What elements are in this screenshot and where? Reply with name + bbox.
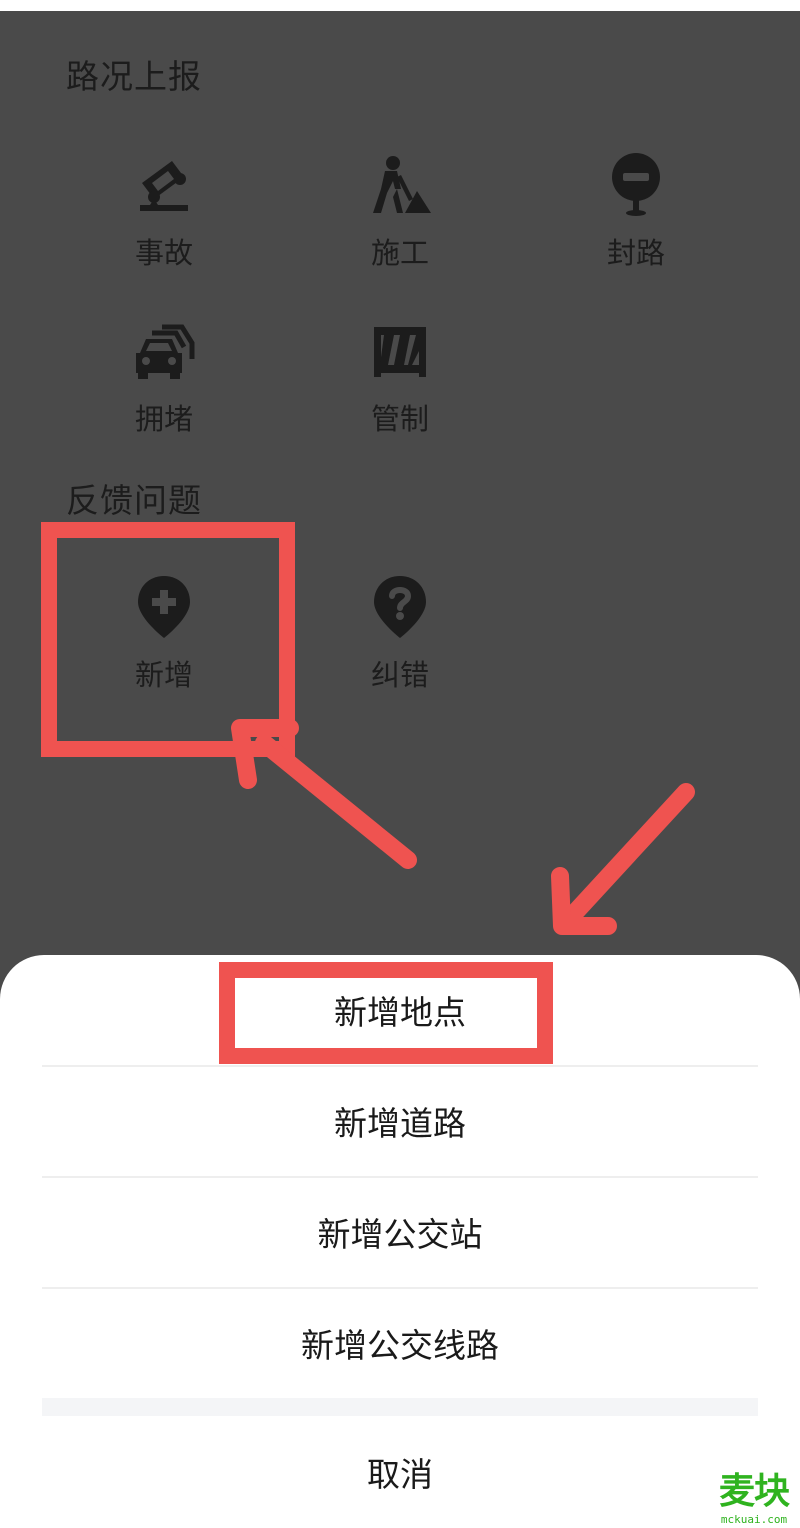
- report-item-label: 施工: [370, 236, 429, 270]
- report-item-label: 事故: [134, 236, 193, 270]
- report-item-accident[interactable]: 事故: [64, 150, 264, 290]
- cancel-separator: [42, 1398, 758, 1416]
- feedback-title: 反馈问题: [66, 481, 202, 520]
- barrier-icon: [365, 316, 435, 386]
- status-divider: [0, 0, 800, 11]
- road-closed-icon: [601, 150, 671, 220]
- option-add-road[interactable]: 新增道路: [0, 1066, 800, 1176]
- report-item-traffic-control[interactable]: 管制: [300, 316, 500, 456]
- road-report-title: 路况上报: [66, 57, 202, 96]
- highlight-box-add-place: [219, 962, 553, 1064]
- cancel-button[interactable]: 取消: [0, 1416, 800, 1528]
- report-item-label: 管制: [370, 402, 429, 436]
- report-item-label: 拥堵: [134, 402, 193, 436]
- watermark-logo: 麦块: [718, 1471, 790, 1512]
- feedback-item-correct[interactable]: 纠错: [300, 572, 500, 712]
- report-item-traffic-jam[interactable]: 拥堵: [64, 316, 264, 456]
- highlight-box-add: [41, 522, 295, 757]
- question-location-icon: [365, 572, 435, 642]
- report-item-label: 封路: [606, 236, 665, 270]
- report-item-construction[interactable]: 施工: [300, 150, 500, 290]
- construction-worker-icon: [365, 150, 435, 220]
- traffic-jam-icon: [129, 316, 199, 386]
- accident-car-icon: [129, 150, 199, 220]
- option-add-bus-stop[interactable]: 新增公交站: [0, 1177, 800, 1287]
- feedback-item-label: 纠错: [370, 658, 429, 692]
- watermark: 麦块 mckuai.com: [708, 1470, 800, 1528]
- option-add-bus-line[interactable]: 新增公交线路: [0, 1288, 800, 1398]
- report-item-road-closed[interactable]: 封路: [536, 150, 736, 290]
- watermark-site: mckuai.com: [720, 1513, 788, 1526]
